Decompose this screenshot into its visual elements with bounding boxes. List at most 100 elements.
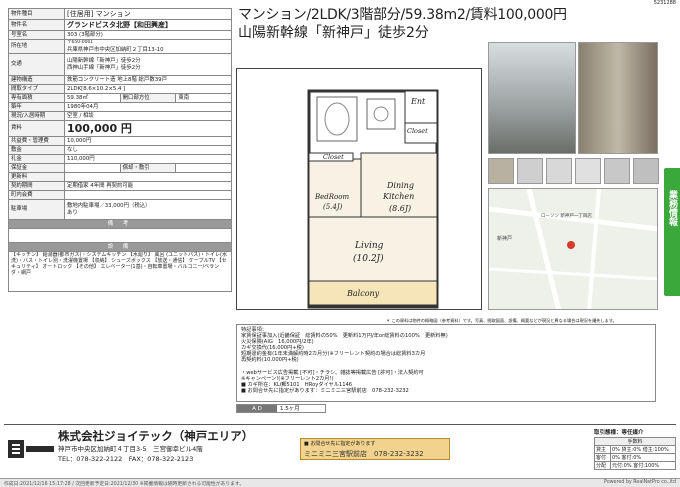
contract-label: 契約期間 <box>8 181 65 191</box>
direction-value: 東南 <box>175 93 232 103</box>
bottom-left-text: 作成日:2021/12/16 15:17:28 / 次回更新予定日:2021/1… <box>4 482 245 487</box>
kashi-value: 0% 貸主:0% 借主:100% <box>610 445 676 454</box>
floor-plan-drawing <box>307 89 439 309</box>
address: 兵庫県神戸市中央区加納町２丁目13-10 <box>67 46 164 53</box>
washroom <box>366 98 396 130</box>
photo-thumb-5 <box>604 158 630 184</box>
structure-label: 建物構造 <box>8 75 65 85</box>
rei-value: 110,000円 <box>64 154 232 164</box>
entrance <box>404 90 438 124</box>
status-label: 現況/入居時期 <box>8 111 65 121</box>
room-label: 号室名 <box>8 30 65 40</box>
label-kitchen: Kitchen <box>383 192 415 201</box>
ad-label: A D <box>237 405 277 412</box>
photo-thumb-2 <box>517 158 543 184</box>
facility-text: 【キッチン】 給湯器(都市ガス)・システムキッチン 【水廻り】 風呂 (ユニット… <box>8 251 232 292</box>
page-title: マンション/2LDK/3階部分/59.38m2/賃料100,000円 <box>238 7 567 23</box>
location-pin-icon <box>567 241 575 249</box>
status-value: 空室 / 相談 <box>64 111 232 121</box>
kashi-label: 貸主 <box>594 445 611 454</box>
contact-shop-box: ■ お問合せ先に指定があります ミニミニ三宮駅前店 078-232-3232 <box>300 438 450 460</box>
type-value: [住居用] マンション <box>64 8 232 20</box>
transit-label: 交通 <box>8 53 65 76</box>
notes-box: 特記事項： 家賃保証事加入(近畿保証 総賃料の50% 更新料1万円/年or総賃料の… <box>236 324 656 402</box>
deal-title: 取引態様：専任媒介 <box>594 430 644 436</box>
floor-plan: Ent Closet Closet BedRoom (5.4J) Dining … <box>236 68 482 310</box>
fee-value: 10,000円 <box>64 136 232 146</box>
corner-code: 5231288 <box>653 0 676 6</box>
photo-thumb-3 <box>546 158 572 184</box>
parking-value-2: あり <box>67 209 78 216</box>
shokyaku-label: 償却・敷引 <box>119 163 177 173</box>
property-table: 物件種目 [住居用] マンション 物件名 グランドビスタ北野【和田興産】 号室名 30… <box>8 8 232 292</box>
transit-2: 西神山手線「新神戸」徒歩2分 <box>67 64 141 71</box>
facility-header: 設 備 <box>8 242 232 252</box>
photo-stairs <box>578 42 658 154</box>
area-label: 専有面積 <box>8 93 65 103</box>
label-balcony: Balcony <box>347 289 380 298</box>
company-tel: TEL：078-322-2122 FAX：078-322-2123 <box>58 455 194 463</box>
fee-header: 手数料 <box>594 437 676 446</box>
notes-line: ■ お問合せ先に指定があります：ミニミニ三宮駅前店 078-232-3232 <box>241 387 409 394</box>
deal-table: 手数料 貸主 0% 貸主:0% 借主:100% 客付 0% 客付:0% 分配 元付:0… <box>594 437 676 470</box>
company-name: 株式会社ジョイテック（神戸エリア） <box>58 429 254 443</box>
kyakuzuke-value: 0% 客付:0% <box>610 453 676 462</box>
layout-label: 間取タイプ <box>8 84 65 94</box>
bottom-bar: 作成日:2021/12/16 15:17:28 / 次回更新予定日:2021/1… <box>0 478 680 487</box>
company-address: 神戸市中央区加納町４丁目3-5 三宮御幸ビル4階 <box>58 445 203 453</box>
structure-value: 鉄筋コンクリート造 地上8階 総戸数39戸 <box>64 75 232 85</box>
label-ent: Ent <box>411 97 426 106</box>
photo-thumb-4 <box>575 158 601 184</box>
room-value: 303 (3階部分) <box>64 30 232 40</box>
label-bedroom-size: (5.4J) <box>323 203 343 211</box>
label-closet-2: Closet <box>323 153 344 161</box>
chokaihi-label: 町内会費 <box>8 190 65 200</box>
photo-exterior <box>488 42 576 154</box>
label-bedroom: BedRoom <box>315 193 350 201</box>
map-caption: ＊ この資料は物件の概略図（参考資料）です。写真、間取図面、設備、概要などが現況… <box>386 318 617 323</box>
map-label-shop: ローソン 新神戸一丁目店 <box>541 214 592 219</box>
bottom-right-text: Powered by RealNetPro co.,ltd <box>603 480 676 485</box>
photo-thumb-6 <box>633 158 659 184</box>
shop-name: ミニミニ三宮駅前店 078-232-3232 <box>304 450 424 458</box>
page-subtitle: 山陽新幹線「新神戸」徒歩2分 <box>238 25 429 41</box>
parking-label: 駐車場 <box>8 199 65 220</box>
name-label: 物件名 <box>8 19 65 31</box>
built-value: 1980年04月 <box>64 102 232 112</box>
side-tab[interactable]: 業務情報 <box>664 168 680 296</box>
shiki-label: 敷金 <box>8 145 65 155</box>
label-dining: Dining <box>387 181 414 190</box>
side-tab-label: 業務情報 <box>667 190 677 226</box>
name-value: グランドビスタ北野【和田興産】 <box>64 19 232 31</box>
direction-label: 開口部方位 <box>119 93 177 103</box>
kyakuzuke-label: 客付 <box>594 453 611 462</box>
bunpai-label: 分配 <box>594 461 611 470</box>
map: ローソン 新神戸一丁目店 新神戸 <box>488 188 658 310</box>
type-label: 物件種目 <box>8 8 65 20</box>
rent-label: 賃料 <box>8 120 65 137</box>
shiki-value: なし <box>64 145 232 155</box>
map-label-station: 新神戸 <box>497 236 513 242</box>
built-label: 築年 <box>8 102 65 112</box>
ad-box: A D 1.5ヶ月 <box>236 404 326 413</box>
layout-value: 2LDK[8.6×10.2×5.4 ] <box>64 84 232 94</box>
hosho-label: 保証金 <box>8 163 65 173</box>
address-label: 所在地 <box>8 39 65 54</box>
photo-thumb-1 <box>488 158 514 184</box>
fee-label: 共益費・管理費 <box>8 136 65 146</box>
rei-label: 礼金 <box>8 154 65 164</box>
footer-divider <box>4 424 676 425</box>
label-closet-1: Closet <box>407 127 428 135</box>
renewal-label: 更新料 <box>8 172 65 182</box>
logo-icon <box>8 440 54 458</box>
notes-header: 備 考 <box>8 219 232 229</box>
deal-box: 取引態様：専任媒介 手数料 貸主 0% 貸主:0% 借主:100% 客付 0% 客付… <box>594 428 676 470</box>
bunpai-value: 元付:0% 客付:100% <box>610 461 676 470</box>
map-roads <box>489 189 657 309</box>
company-logo <box>8 440 54 458</box>
shop-note: ■ お問合せ先に指定があります <box>304 441 376 447</box>
contract-value: 定期借家 4年間 再契約可能 <box>64 181 232 191</box>
ad-value: 1.5ヶ月 <box>280 406 300 412</box>
area-value: 59.38㎡ <box>64 93 121 103</box>
label-dk-size: (8.6J) <box>389 204 412 213</box>
